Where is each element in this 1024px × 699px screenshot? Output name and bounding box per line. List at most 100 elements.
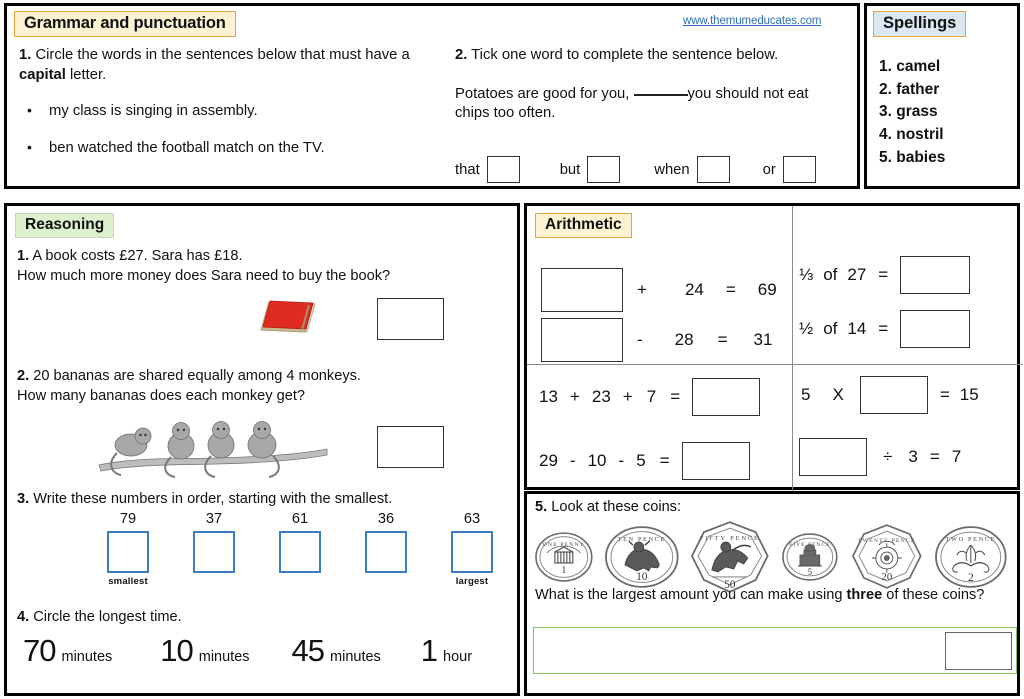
equation-1: + 24 = 69 — [541, 268, 777, 312]
tick-checkbox[interactable] — [587, 156, 621, 183]
fraction: ⅓ — [799, 265, 814, 284]
q2-line-1: 20 bananas are shared equally among 4 mo… — [29, 368, 361, 384]
q1-number: 1. — [17, 248, 30, 264]
equation-4: ½ of 14 = — [799, 310, 971, 348]
svg-text:20: 20 — [881, 571, 892, 583]
tick-checkbox[interactable] — [782, 156, 816, 183]
horizontal-divider — [527, 364, 1023, 365]
spellings-list: 1. camel 2. father 3. grass 4. nostril 5… — [879, 56, 945, 169]
spellings-panel: Spellings 1. camel 2. father 3. grass 4.… — [864, 3, 1020, 189]
monkeys-on-branch-illustration — [98, 421, 328, 478]
fifty-pence-coin-icon: FIFTY PENCE 50 — [691, 521, 769, 593]
operator: + — [637, 280, 647, 299]
operator: X — [832, 385, 844, 404]
svg-text:10: 10 — [636, 571, 648, 583]
reasoning-question-2: 2. 20 bananas are shared equally among 4… — [17, 366, 512, 406]
q1-text-after: letter. — [65, 66, 107, 83]
time-unit: minutes — [198, 649, 250, 665]
svg-text:5: 5 — [808, 567, 813, 577]
tick-option-or[interactable]: or — [763, 156, 816, 183]
operator: - — [618, 451, 625, 470]
largest-tag: largest — [455, 576, 489, 587]
order-answer-box[interactable] — [365, 531, 407, 573]
operator: ÷ — [883, 447, 893, 466]
option-label: or — [762, 161, 776, 178]
q5-number: 5. — [535, 499, 548, 515]
coins-answer-area[interactable] — [533, 627, 1017, 674]
coins-answer-box[interactable] — [945, 632, 1012, 670]
order-answer-box[interactable] — [107, 531, 149, 573]
equals-sign: = — [878, 265, 889, 284]
reasoning-question-4: 4. Circle the longest time. — [17, 609, 182, 625]
coins-question-heading: 5. Look at these coins: — [535, 499, 681, 515]
list-item: 4. nostril — [879, 125, 944, 143]
ask-part-a: What is the largest amount you can make … — [535, 587, 847, 603]
equals-sign: = — [670, 387, 681, 406]
equation-answer-box[interactable] — [541, 268, 623, 312]
order-answer-box[interactable] — [193, 531, 235, 573]
equation-answer-box[interactable] — [681, 442, 750, 480]
operand: 28 — [674, 330, 694, 349]
equation-answer-box[interactable] — [859, 376, 928, 414]
q2-number: 2. — [17, 368, 30, 384]
number-label: 37 — [205, 511, 223, 527]
time-unit: minutes — [61, 649, 113, 665]
tick-checkbox[interactable] — [696, 156, 730, 183]
q2-answer-box[interactable] — [377, 426, 444, 468]
order-answer-box[interactable] — [451, 531, 493, 573]
q5-text: Look at these coins: — [547, 499, 682, 515]
list-item: 1. camel — [879, 58, 941, 75]
time-option-3[interactable]: 45 minutes — [292, 633, 381, 669]
equation-7: 5 X = 15 — [801, 376, 979, 414]
time-option-1[interactable]: 70 minutes — [23, 633, 112, 669]
reasoning-question-3: 3. Write these numbers in order, startin… — [17, 491, 517, 507]
tick-options-row: that but when or — [455, 156, 855, 183]
tick-option-that[interactable]: that — [455, 156, 520, 183]
order-answer-box[interactable] — [279, 531, 321, 573]
option-label: that — [455, 161, 480, 178]
q3-text: Write these numbers in order, starting w… — [29, 491, 393, 507]
spellings-heading: Spellings — [873, 11, 967, 37]
list-item: 5. babies — [879, 148, 946, 166]
grammar-punctuation-panel: Grammar and punctuation www.themumeducat… — [4, 3, 860, 189]
equation-answer-box[interactable] — [692, 378, 761, 416]
operand: 10 — [587, 451, 607, 470]
q1-line-1: A book costs £27. Sara has £18. — [29, 248, 243, 264]
vertical-divider — [792, 206, 793, 493]
reasoning-heading: Reasoning — [15, 213, 115, 238]
tick-option-when[interactable]: when — [654, 156, 730, 183]
blank-line — [633, 93, 688, 96]
option-label: but — [559, 161, 581, 178]
order-cell-3: 61 — [257, 511, 343, 588]
q1-answer-box[interactable] — [377, 298, 444, 340]
list-item: 3. grass — [879, 103, 938, 121]
operator: - — [569, 451, 576, 470]
time-value: 1 — [420, 633, 438, 668]
time-option-4[interactable]: 1 hour — [421, 633, 472, 669]
equation-answer-box[interactable] — [900, 256, 971, 294]
one-penny-coin-icon: ONE PENNY 1 — [535, 532, 593, 582]
tick-option-but[interactable]: but — [560, 156, 621, 183]
equation-answer-box[interactable] — [799, 438, 867, 476]
time-value: 45 — [291, 633, 325, 668]
grammar-heading: Grammar and punctuation — [14, 11, 236, 37]
site-url-link[interactable]: www.themumeducates.com — [683, 15, 822, 27]
tick-checkbox[interactable] — [486, 156, 520, 183]
q1-text-before: Circle the words in the sentences below … — [31, 47, 410, 63]
time-option-2[interactable]: 10 minutes — [160, 633, 249, 669]
operand: 5 — [636, 451, 646, 470]
equation-answer-box[interactable] — [900, 310, 971, 348]
equation-8: ÷ 3 = 7 — [799, 438, 961, 476]
q2-text: Tick one word to complete the sentence b… — [467, 47, 779, 63]
order-numbers-row: 79 smallest 37 61 36 63 largest — [85, 511, 515, 588]
ask-part-b: of these coins? — [882, 587, 985, 603]
ask-bold-word: three — [846, 587, 883, 603]
equation-answer-box[interactable] — [541, 318, 623, 362]
result: 69 — [757, 280, 777, 299]
q2-line-2: How many bananas does each monkey get? — [17, 388, 305, 405]
of-word: of — [823, 265, 838, 284]
order-cell-5: 63 largest — [429, 511, 515, 588]
list-item: • ben watched the football match on the T… — [19, 139, 424, 159]
coins-row: ONE PENNY 1 TEN PENCE 10 FIFTY PENCE 50 … — [533, 520, 1017, 594]
operand: 24 — [684, 280, 704, 299]
